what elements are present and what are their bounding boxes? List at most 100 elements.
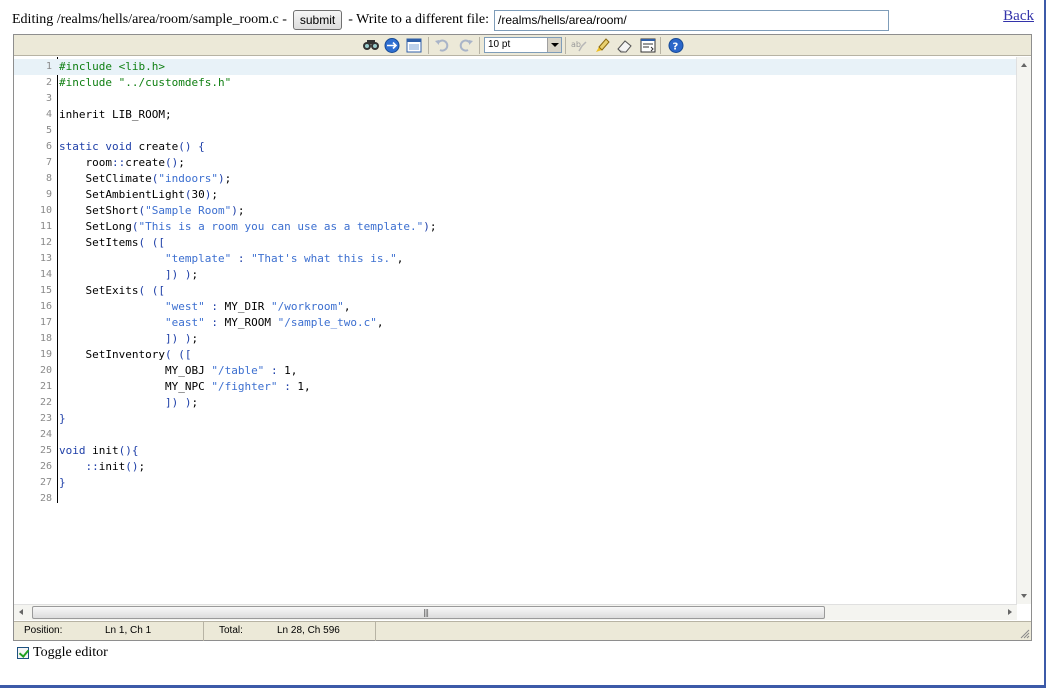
code-area[interactable]: 1 #include <lib.h> 2 #include "../customdef… <box>14 57 1017 604</box>
spellcheck-icon[interactable]: ab <box>570 37 588 54</box>
line-number: 24 <box>39 429 52 440</box>
code-line[interactable]: 8 SetClimate("indoors"); <box>14 171 1017 187</box>
position-value: Ln 1, Ch 1 <box>105 625 152 636</box>
code-line[interactable]: 26 ::init(); <box>14 459 1017 475</box>
code-text[interactable]: MY_NPC "/fighter" : 1, <box>59 379 311 395</box>
code-text[interactable]: void init(){ <box>59 443 139 459</box>
code-text[interactable]: #include <lib.h> <box>59 59 165 75</box>
word-wrap-icon[interactable] <box>639 37 657 54</box>
code-line[interactable]: 28 <box>14 491 1017 507</box>
font-size-select[interactable]: 10 pt <box>484 37 562 53</box>
total-value: Ln 28, Ch 596 <box>277 625 340 636</box>
code-line[interactable]: 21 MY_NPC "/fighter" : 1, <box>14 379 1017 395</box>
scroll-up-icon[interactable] <box>1017 57 1032 72</box>
horizontal-scroll-thumb[interactable]: ||| <box>32 606 825 619</box>
editing-label: Editing /realms/hells/area/room/sample_r… <box>12 12 287 27</box>
line-number: 26 <box>39 461 52 472</box>
toggle-editor-checkbox[interactable] <box>17 647 29 659</box>
toggle-editor-row[interactable]: Toggle editor <box>17 645 108 661</box>
code-line[interactable]: 12 SetItems( ([ <box>14 235 1017 251</box>
code-line[interactable]: 25 void init(){ <box>14 443 1017 459</box>
reset-icon[interactable] <box>616 37 634 54</box>
undo-icon[interactable] <box>433 37 451 54</box>
highlight-icon[interactable] <box>593 37 611 54</box>
code-text[interactable]: SetAmbientLight(30); <box>59 187 217 203</box>
code-line[interactable]: 14 ]) ); <box>14 267 1017 283</box>
svg-text:?: ? <box>673 42 679 53</box>
code-lines[interactable]: 1 #include <lib.h> 2 #include "../customdef… <box>14 59 1017 507</box>
horizontal-scrollbar[interactable]: ||| <box>14 604 1017 620</box>
submit-button[interactable]: submit <box>292 10 343 30</box>
code-line[interactable]: 18 ]) ); <box>14 331 1017 347</box>
code-text[interactable]: ]) ); <box>59 267 198 283</box>
fullscreen-icon[interactable] <box>405 37 423 54</box>
line-number: 7 <box>45 157 52 168</box>
code-line[interactable]: 7 room::create(); <box>14 155 1017 171</box>
code-text[interactable]: } <box>59 411 66 427</box>
code-text[interactable]: MY_OBJ "/table" : 1, <box>59 363 297 379</box>
code-text[interactable]: #include "../customdefs.h" <box>59 75 231 91</box>
code-text[interactable]: "west" : MY_DIR "/workroom", <box>59 299 350 315</box>
resize-grip-icon[interactable] <box>1019 628 1030 639</box>
line-number: 21 <box>39 381 52 392</box>
line-number: 12 <box>39 237 52 248</box>
code-line[interactable]: 9 SetAmbientLight(30); <box>14 187 1017 203</box>
code-text[interactable]: SetLong("This is a room you can use as a… <box>59 219 436 235</box>
line-number: 3 <box>45 93 52 104</box>
grip-icon: ||| <box>423 608 429 617</box>
code-line[interactable]: 23} <box>14 411 1017 427</box>
goto-line-icon[interactable] <box>383 37 401 54</box>
scroll-left-icon[interactable] <box>14 605 29 620</box>
code-line[interactable]: 17 "east" : MY_ROOM "/sample_two.c", <box>14 315 1017 331</box>
code-line[interactable]: 24 <box>14 427 1017 443</box>
chevron-down-icon[interactable] <box>547 38 561 52</box>
code-line[interactable]: 22 ]) ); <box>14 395 1017 411</box>
line-number: 23 <box>39 413 52 424</box>
scroll-right-icon[interactable] <box>1002 605 1017 620</box>
code-text[interactable]: SetShort("Sample Room"); <box>59 203 244 219</box>
code-text[interactable]: static void create() { <box>59 139 205 155</box>
scroll-down-icon[interactable] <box>1017 589 1032 604</box>
code-text[interactable]: } <box>59 475 66 491</box>
total-label: Total: <box>219 625 243 636</box>
vertical-scrollbar[interactable] <box>1016 57 1031 604</box>
code-line[interactable]: 19 SetInventory( ([ <box>14 347 1017 363</box>
code-line[interactable]: 10 SetShort("Sample Room"); <box>14 203 1017 219</box>
code-text[interactable]: "east" : MY_ROOM "/sample_two.c", <box>59 315 384 331</box>
help-icon[interactable]: ? <box>667 37 685 54</box>
code-line[interactable]: 15 SetExits( ([ <box>14 283 1017 299</box>
toggle-editor-label[interactable]: Toggle editor <box>33 645 108 661</box>
position-label: Position: <box>24 625 63 636</box>
code-line[interactable]: 2 #include "../customdefs.h" <box>14 75 1017 91</box>
code-line[interactable]: 11 SetLong("This is a room you can use a… <box>14 219 1017 235</box>
redo-icon[interactable] <box>457 37 475 54</box>
code-line[interactable]: 27} <box>14 475 1017 491</box>
line-number: 2 <box>45 77 52 88</box>
code-line[interactable]: 16 "west" : MY_DIR "/workroom", <box>14 299 1017 315</box>
code-line[interactable]: 4 inherit LIB_ROOM; <box>14 107 1017 123</box>
code-line[interactable]: 20 MY_OBJ "/table" : 1, <box>14 363 1017 379</box>
code-line[interactable]: 3 <box>14 91 1017 107</box>
back-link[interactable]: Back <box>1003 8 1034 25</box>
code-text[interactable]: room::create(); <box>59 155 184 171</box>
code-line[interactable]: 13 "template" : "That's what this is.", <box>14 251 1017 267</box>
code-text[interactable]: ::init(); <box>59 459 146 475</box>
search-icon[interactable] <box>362 37 380 54</box>
line-number: 13 <box>39 253 52 264</box>
code-text[interactable]: inherit LIB_ROOM; <box>59 107 172 123</box>
write-label: - Write to a different file: <box>348 12 490 27</box>
line-number: 6 <box>45 141 52 152</box>
code-line[interactable]: 1 #include <lib.h> <box>14 59 1017 75</box>
code-text[interactable]: SetClimate("indoors"); <box>59 171 231 187</box>
code-text[interactable]: SetItems( ([ <box>59 235 165 251</box>
line-number: 27 <box>39 477 52 488</box>
code-text[interactable]: SetInventory( ([ <box>59 347 191 363</box>
code-text[interactable]: "template" : "That's what this is.", <box>59 251 403 267</box>
code-line[interactable]: 6 static void create() { <box>14 139 1017 155</box>
code-text[interactable]: ]) ); <box>59 395 198 411</box>
line-number: 25 <box>39 445 52 456</box>
code-text[interactable]: SetExits( ([ <box>59 283 165 299</box>
file-path-input[interactable] <box>494 9 890 31</box>
code-line[interactable]: 5 <box>14 123 1017 139</box>
code-text[interactable]: ]) ); <box>59 331 198 347</box>
